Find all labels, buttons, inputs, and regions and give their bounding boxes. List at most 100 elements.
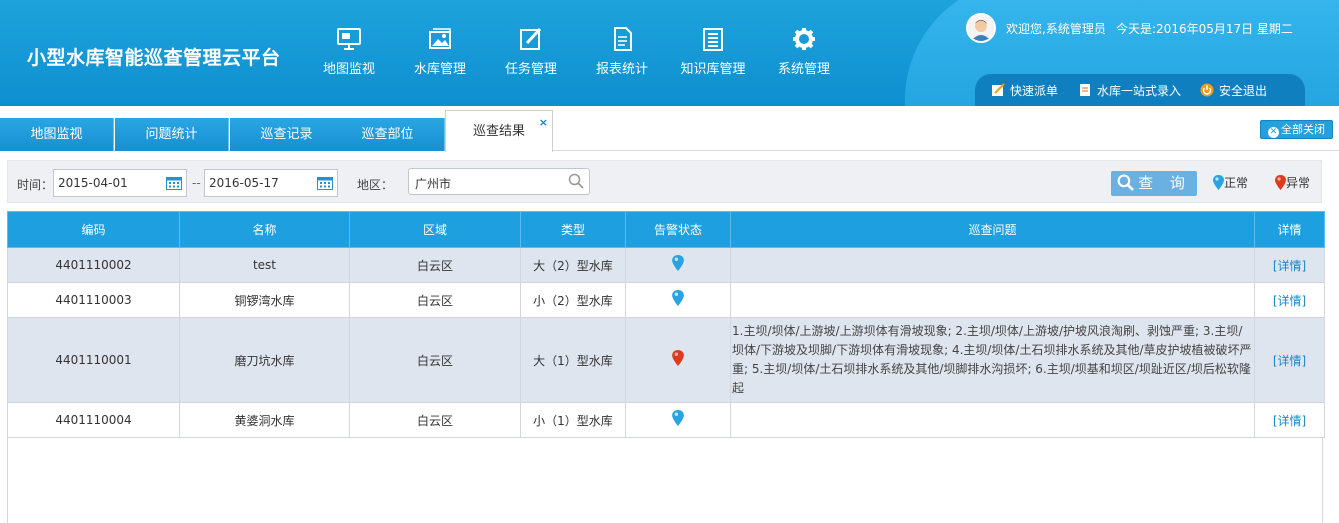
results-table: 编码 名称 区域 类型 告警状态 巡查问题 详情 4401110002 test 白…	[7, 211, 1325, 523]
calendar-icon[interactable]	[166, 176, 182, 190]
date-text: 今天是:2016年05月17日 星期二	[1116, 22, 1293, 36]
nav-task-management[interactable]: 任务管理	[486, 26, 576, 77]
calendar-icon[interactable]	[317, 176, 333, 190]
logout-link[interactable]: 安全退出	[1200, 82, 1267, 99]
tab-patrol-parts[interactable]: 巡查部位	[331, 118, 445, 151]
table-row[interactable]: 4401110001 磨刀坑水库 白云区 大（1）型水库 1.主坝/坝体/上游坡/上游坝…	[7, 317, 1325, 403]
close-all-label: 全部关闭	[1281, 123, 1325, 136]
red-pin-icon	[672, 349, 684, 366]
area-value: 广州市	[415, 177, 452, 191]
nav-label: 任务管理	[504, 62, 557, 77]
app-header: 小型水库智能巡查管理云平台 地图监视 水库管理 任务管理 报表统计 知识库管理 …	[0, 0, 1339, 106]
column-header-area[interactable]: 区域	[349, 211, 521, 248]
detail-link[interactable]: [详情]	[1273, 259, 1306, 273]
cell-code: 4401110004	[7, 402, 180, 438]
detail-link[interactable]: [详情]	[1273, 354, 1306, 368]
tab-map-monitor[interactable]: 地图监视	[0, 118, 114, 151]
nav-label: 地图监视	[322, 62, 375, 77]
close-all-tabs-button[interactable]: ✕ 全部关闭	[1260, 120, 1333, 139]
nav-report-statistics[interactable]: 报表统计	[577, 26, 667, 77]
logout-label: 安全退出	[1219, 84, 1268, 98]
start-date-value: 2015-04-01	[58, 176, 128, 190]
detail-link[interactable]: [详情]	[1273, 294, 1306, 308]
image-icon	[429, 28, 451, 49]
tab-label: 巡查结果	[472, 124, 525, 139]
quick-actions-bar: 快速派单 水库一站式录入 安全退出	[975, 74, 1305, 106]
query-label: 查 询	[1138, 174, 1191, 192]
monitor-icon	[337, 28, 361, 50]
cell-detail: [详情]	[1254, 247, 1325, 283]
cell-alarm-status	[625, 282, 731, 318]
end-date-input[interactable]: 2016-05-17	[204, 169, 338, 197]
search-icon[interactable]	[568, 173, 584, 189]
tab-problem-statistics[interactable]: 问题统计	[115, 118, 229, 151]
table-header-row: 编码 名称 区域 类型 告警状态 巡查问题 详情	[7, 211, 1325, 248]
area-search-input[interactable]: 广州市	[408, 168, 590, 195]
welcome-text: 欢迎您,系统管理员	[1006, 22, 1106, 36]
dispatch-icon	[992, 83, 1005, 96]
cell-alarm-status	[625, 402, 731, 438]
filter-bar: 时间： 2015-04-01 -- 2016-05-17 地区： 广州市 查 询…	[7, 160, 1322, 203]
end-date-value: 2016-05-17	[209, 176, 279, 190]
date-separator: --	[192, 176, 201, 190]
cell-code: 4401110003	[7, 282, 180, 318]
nav-label: 报表统计	[595, 62, 648, 77]
user-icon	[971, 20, 991, 41]
legend-normal: 正常	[1213, 174, 1248, 191]
cell-problem	[730, 402, 1255, 438]
cell-type: 小（2）型水库	[520, 282, 626, 318]
column-header-code[interactable]: 编码	[7, 211, 180, 248]
nav-map-monitor[interactable]: 地图监视	[304, 26, 394, 77]
close-circle-icon: ✕	[1268, 127, 1279, 138]
blue-pin-icon	[672, 409, 684, 426]
column-header-name[interactable]: 名称	[179, 211, 350, 248]
table-row[interactable]: 4401110003 铜锣湾水库 白云区 小（2）型水库 [详情]	[7, 282, 1325, 318]
tab-patrol-results[interactable]: 巡查结果 ×	[445, 110, 553, 152]
quick-entry-link[interactable]: 水库一站式录入	[1078, 82, 1181, 99]
column-header-alarm[interactable]: 告警状态	[625, 211, 731, 248]
time-label: 时间：	[17, 178, 54, 192]
cell-detail: [详情]	[1254, 282, 1325, 318]
red-pin-icon	[1275, 175, 1286, 190]
nav-reservoir-management[interactable]: 水库管理	[395, 26, 485, 77]
legend-abnormal-label: 异常	[1286, 176, 1311, 190]
quick-dispatch-link[interactable]: 快速派单	[991, 82, 1058, 99]
nav-label: 知识库管理	[680, 62, 746, 77]
search-icon	[1117, 174, 1134, 191]
nav-label: 系统管理	[777, 62, 830, 77]
legend-abnormal: 异常	[1275, 174, 1310, 191]
table-row[interactable]: 4401110002 test 白云区 大（2）型水库 [详情]	[7, 247, 1325, 283]
cell-name: 黄婆洞水库	[179, 402, 350, 438]
quick-entry-label: 水库一站式录入	[1097, 84, 1182, 98]
column-header-type[interactable]: 类型	[520, 211, 626, 248]
cell-name: 铜锣湾水库	[179, 282, 350, 318]
power-icon	[1200, 83, 1214, 97]
cell-area: 白云区	[349, 317, 521, 403]
cell-area: 白云区	[349, 247, 521, 283]
cell-name: test	[179, 247, 350, 283]
cell-code: 4401110002	[7, 247, 180, 283]
edit-icon	[520, 27, 542, 50]
cell-alarm-status	[625, 317, 731, 403]
detail-link[interactable]: [详情]	[1273, 414, 1306, 428]
legend-normal-label: 正常	[1224, 176, 1249, 190]
start-date-input[interactable]: 2015-04-01	[53, 169, 187, 197]
nav-knowledge-base[interactable]: 知识库管理	[668, 26, 758, 77]
tab-bar: 地图监视 问题统计 巡查记录 巡查部位 巡查结果 ×	[0, 106, 1339, 152]
cell-type: 大（2）型水库	[520, 247, 626, 283]
column-header-problem[interactable]: 巡查问题	[730, 211, 1255, 248]
list-icon	[703, 28, 723, 51]
tab-patrol-records[interactable]: 巡查记录	[230, 118, 344, 151]
table-row[interactable]: 4401110004 黄婆洞水库 白云区 小（1）型水库 [详情]	[7, 402, 1325, 438]
document-icon	[614, 27, 632, 51]
query-button[interactable]: 查 询	[1111, 171, 1197, 196]
nav-system-management[interactable]: 系统管理	[759, 26, 849, 77]
gear-icon	[793, 28, 815, 50]
form-icon	[1080, 84, 1090, 96]
tab-close-icon[interactable]: ×	[539, 117, 548, 128]
cell-detail: [详情]	[1254, 317, 1325, 403]
column-header-detail[interactable]: 详情	[1254, 211, 1325, 248]
nav-label: 水库管理	[413, 62, 466, 77]
avatar[interactable]	[966, 13, 996, 43]
app-title: 小型水库智能巡查管理云平台	[27, 47, 281, 69]
